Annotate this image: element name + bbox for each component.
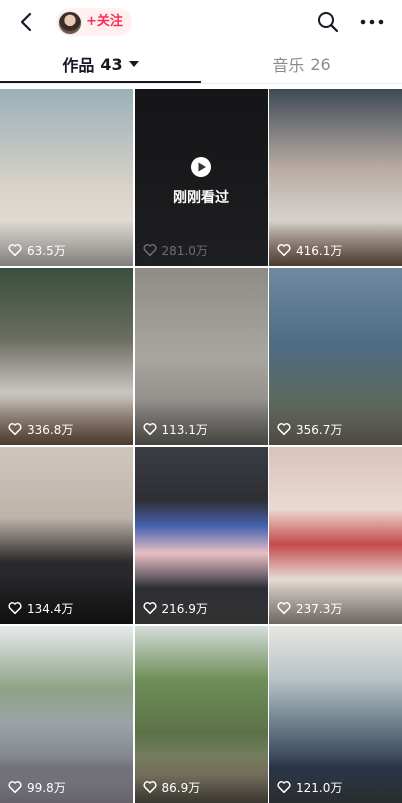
avatar[interactable] [58,11,82,35]
tab-works-count: 43 [100,54,123,74]
like-count-text: 121.0万 [296,780,343,795]
video-thumbnail[interactable]: 刚刚看过 281.0万 [134,89,268,266]
heart-icon [8,781,22,794]
like-count: 237.3万 [277,600,342,616]
video-thumbnail[interactable]: 134.4万 [0,447,133,624]
like-count: 336.8万 [8,421,73,437]
video-thumbnail[interactable]: 121.0万 [269,626,402,803]
watched-label: 刚刚看过 [173,190,229,206]
like-count-text: 134.4万 [27,601,74,616]
like-count: 113.1万 [142,421,208,437]
like-count-text: 113.1万 [161,422,208,437]
like-count-text: 237.3万 [296,601,343,616]
like-count: 134.4万 [8,600,73,616]
chevron-left-icon[interactable] [16,11,38,33]
tab-works[interactable]: 作品 43 [0,44,201,84]
video-thumbnail[interactable]: 86.9万 [134,626,268,803]
like-count: 416.1万 [277,242,342,258]
video-thumbnail[interactable]: 336.8万 [0,268,133,445]
video-thumbnail[interactable]: 416.1万 [269,89,402,266]
heart-icon [8,423,22,436]
like-count: 99.8万 [8,779,66,795]
follow-label[interactable]: +关注 [86,12,123,32]
tabs-divider [0,83,402,84]
heart-icon [277,423,291,436]
like-count-text: 63.5万 [27,243,66,258]
like-count-text: 216.9万 [161,601,208,616]
search-icon[interactable] [316,10,340,34]
tab-music-label: 音乐 [272,56,305,75]
like-count-text: 281.0万 [161,243,208,258]
heart-icon [142,781,157,794]
heart-icon [277,244,291,257]
like-count-text: 416.1万 [296,243,343,258]
heart-icon [8,244,22,257]
like-count: 86.9万 [142,779,201,795]
more-dots-icon[interactable] [358,10,386,34]
like-count: 356.7万 [277,421,342,437]
video-thumbnail[interactable]: 356.7万 [269,268,402,445]
heart-icon [142,423,157,436]
like-count-text: 356.7万 [296,422,343,437]
tab-music[interactable]: 音乐 26 [201,44,402,84]
heart-icon [277,781,291,794]
like-count: 63.5万 [8,242,66,258]
like-count: 121.0万 [277,779,342,795]
profile-tabs: 作品 43 音乐 26 [0,44,402,84]
video-thumbnail[interactable]: 216.9万 [134,447,268,624]
video-thumbnail[interactable]: 99.8万 [0,626,133,803]
heart-icon [142,602,157,615]
caret-down-icon [128,61,139,67]
like-count-text: 99.8万 [27,780,66,795]
like-count: 216.9万 [142,600,208,616]
heart-icon [277,602,291,615]
play-icon [190,157,211,177]
tab-works-label: 作品 [62,56,95,75]
like-count-text: 86.9万 [161,780,201,795]
video-thumbnail[interactable]: 237.3万 [269,447,402,624]
like-count: 281.0万 [142,242,208,258]
tab-music-count: 26 [310,54,331,74]
heart-icon [142,244,157,257]
like-count-text: 336.8万 [27,422,74,437]
video-thumbnail[interactable]: 63.5万 [0,89,133,266]
top-bar: +关注 [0,0,402,44]
video-thumbnail[interactable]: 113.1万 [134,268,268,445]
heart-icon [8,602,22,615]
